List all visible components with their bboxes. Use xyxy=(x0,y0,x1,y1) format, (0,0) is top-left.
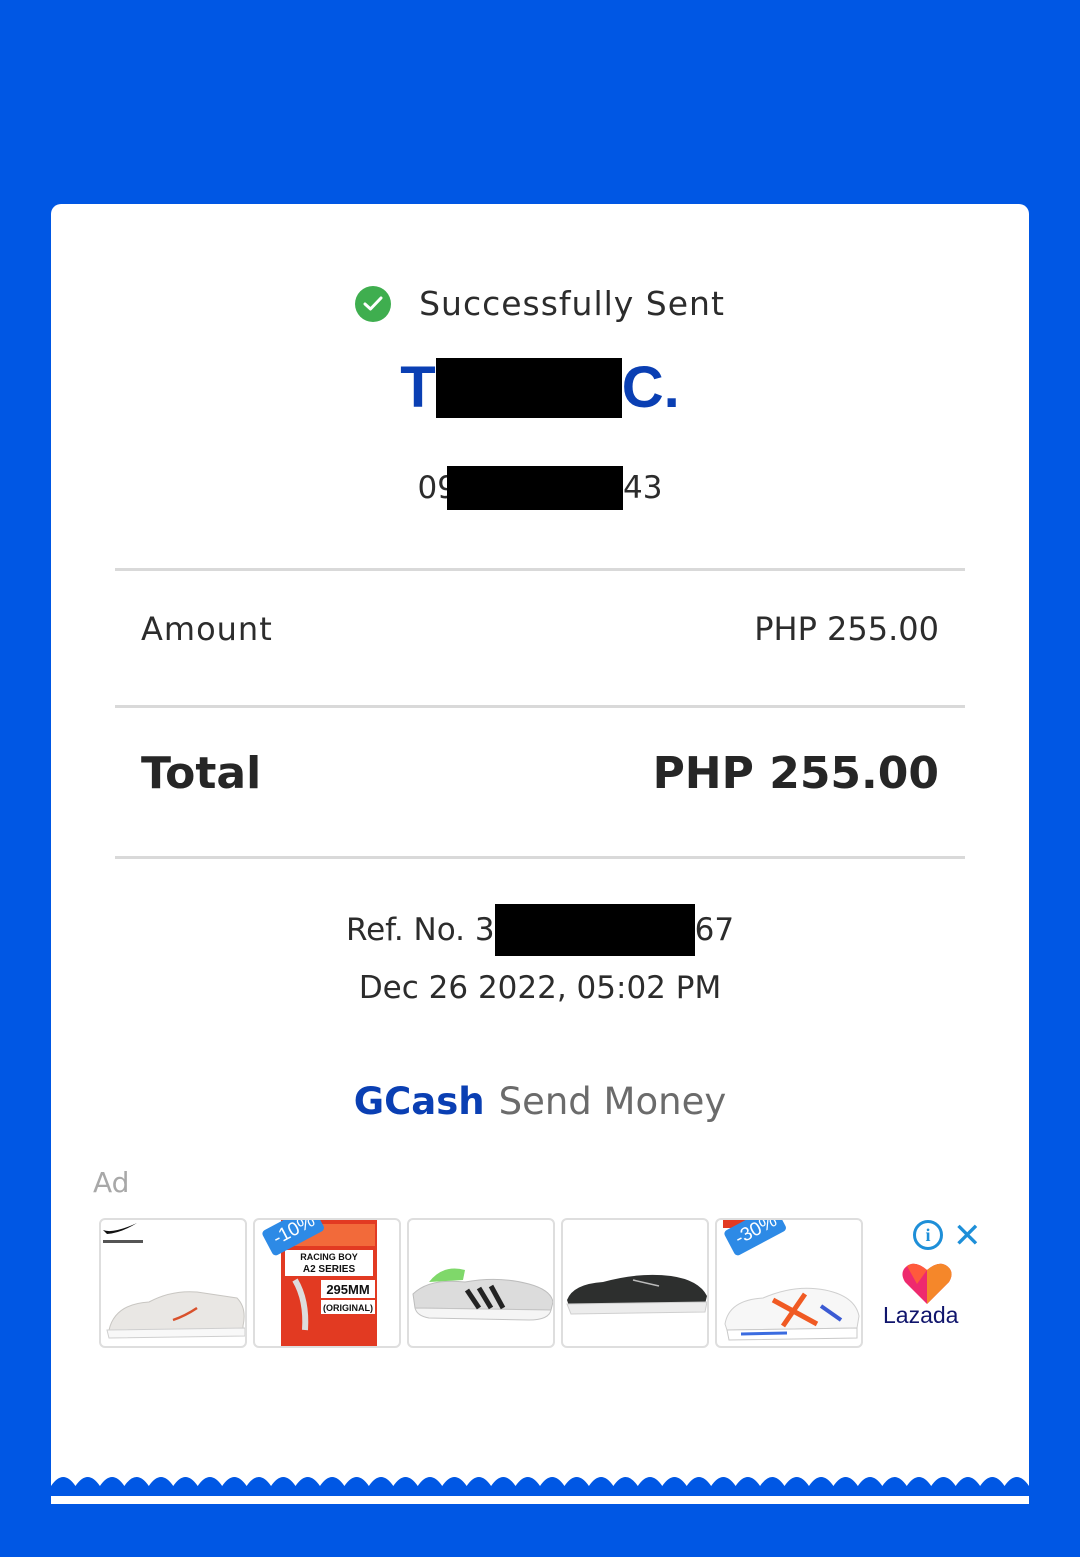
divider xyxy=(115,856,965,859)
receipt-zigzag-edge xyxy=(51,1477,1029,1496)
reference-number: Ref. No. 3 67 xyxy=(51,904,1029,956)
svg-text:RACING BOY: RACING BOY xyxy=(300,1252,358,1262)
svg-text:(ORIGINAL): (ORIGINAL) xyxy=(323,1303,373,1313)
close-icon[interactable]: ✕ xyxy=(953,1216,982,1256)
divider xyxy=(115,568,965,571)
ad-tile-sneaker-grey-running[interactable] xyxy=(407,1218,555,1348)
ad-tile-sneaker-black[interactable] xyxy=(561,1218,709,1348)
status-row: Successfully Sent xyxy=(51,284,1029,323)
amount-value: PHP 255.00 xyxy=(754,610,939,648)
lazada-wordmark: Lazada xyxy=(883,1302,959,1328)
ad-controls: i ✕ Lazada xyxy=(877,1216,997,1348)
svg-text:A2 SERIES: A2 SERIES xyxy=(303,1264,356,1275)
info-icon[interactable]: i xyxy=(913,1220,943,1250)
recipient-name-end: C. xyxy=(621,355,680,420)
recipient-name-start: T xyxy=(400,355,436,420)
redaction-box xyxy=(494,904,695,956)
ad-tile-sneaker-white-orange[interactable]: -30% xyxy=(715,1218,863,1348)
brand-service: Send Money xyxy=(498,1080,727,1123)
redaction-box xyxy=(435,357,622,418)
total-value: PHP 255.00 xyxy=(652,748,939,799)
redaction-box xyxy=(447,466,623,510)
ad-label: Ad xyxy=(93,1166,130,1199)
transaction-date: Dec 26 2022, 05:02 PM xyxy=(358,970,722,1006)
divider xyxy=(115,705,965,708)
ad-tile-sneaker-white-nike[interactable] xyxy=(99,1218,247,1348)
check-circle-icon xyxy=(355,285,392,322)
receipt-card: Successfully Sent T C. 09 43 Amount PHP … xyxy=(51,204,1029,1504)
recipient-phone: 09 43 xyxy=(51,466,1029,510)
lazada-logo-icon xyxy=(902,1263,952,1304)
ref-prefix: Ref. No. 3 xyxy=(345,912,495,948)
svg-text:295MM: 295MM xyxy=(326,1282,369,1297)
ad-tile-racing-boy-product[interactable]: RACING BOY A2 SERIES 295MM (ORIGINAL) -1… xyxy=(253,1218,401,1348)
ref-suffix: 67 xyxy=(694,912,735,948)
total-label: Total xyxy=(141,748,262,799)
status-text: Successfully Sent xyxy=(419,284,725,323)
recipient-name: T C. xyxy=(51,354,1029,421)
brand-name: GCash xyxy=(353,1080,485,1123)
amount-label: Amount xyxy=(141,610,273,648)
total-row: Total PHP 255.00 xyxy=(141,748,939,799)
brand-footer: GCash Send Money xyxy=(51,1080,1029,1123)
phone-end: 43 xyxy=(623,470,663,506)
amount-row: Amount PHP 255.00 xyxy=(141,610,939,648)
ad-banner[interactable]: RACING BOY A2 SERIES 295MM (ORIGINAL) -1… xyxy=(99,1218,869,1348)
